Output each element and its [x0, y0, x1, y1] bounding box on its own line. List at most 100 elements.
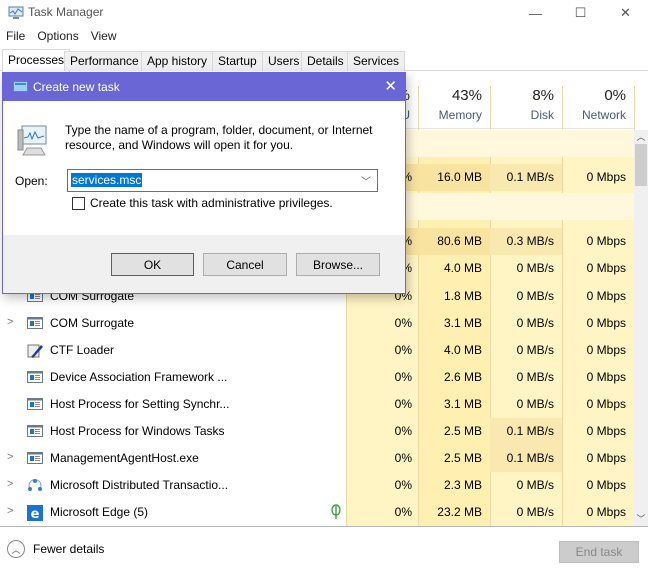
chevron-down-icon[interactable]: ﹀ [361, 173, 371, 188]
vertical-scrollbar[interactable]: ︿ ﹀ [634, 130, 648, 526]
process-name: COM Surrogate [50, 316, 135, 330]
tab-app-history[interactable]: App history [141, 51, 214, 71]
cpu-cell: 0% [394, 505, 412, 519]
tab-users[interactable]: Users [262, 51, 306, 71]
memory-cell: 2.6 MB [443, 370, 482, 384]
disk-label: Disk [530, 108, 554, 122]
browse-button[interactable]: Browse... [296, 253, 380, 276]
dialog-title-bar: Create new task ✕ [3, 73, 405, 101]
close-icon: ✕ [620, 5, 631, 20]
scroll-thumb[interactable] [635, 144, 647, 186]
memory-cell: 2.5 MB [443, 424, 482, 438]
app-window-icon [27, 370, 43, 384]
disk-cell: 0 MB/s [516, 261, 554, 275]
window-title: Task Manager [28, 5, 104, 19]
cpu-cell: 0% [394, 478, 412, 492]
table-row[interactable]: > ManagementAgentHost.exe 0% 2.5 MB 0.1 MB/s… [0, 445, 634, 472]
cpu-cell: 0% [394, 397, 412, 411]
table-row[interactable]: > Microsoft Distributed Transactio... 0% 2.… [0, 472, 634, 499]
table-row[interactable]: > e Microsoft Edge (5) 0% 23.2 MB 0 MB/s 0 Mbp… [0, 499, 634, 526]
disk-cell: 0 MB/s [516, 478, 554, 492]
maximize-icon: ☐ [574, 5, 587, 20]
network-cell: 0 Mbps [586, 261, 626, 275]
leaf-icon [330, 504, 342, 520]
memory-percent: 43% [451, 87, 482, 104]
dialog-message: Type the name of a program, folder, docu… [65, 123, 373, 152]
checkbox-box[interactable] [72, 196, 85, 210]
tab-processes[interactable]: Processes [2, 49, 71, 72]
expand-chevron-icon[interactable]: > [7, 316, 13, 328]
column-header-network[interactable]: 0% Network [562, 86, 634, 129]
tab-services[interactable]: Services [347, 51, 406, 71]
network-cell: 0 Mbps [586, 370, 626, 384]
task-manager-window: Task Manager — ☐ ✕ File Options View Pro… [0, 0, 648, 574]
open-label: Open: [15, 174, 48, 188]
disk-cell: 0.1 MB/s [506, 170, 554, 184]
process-name: Device Association Framework ... [50, 370, 228, 384]
process-name: ManagementAgentHost.exe [50, 451, 199, 465]
app-window-icon [27, 424, 43, 438]
network-cell: 0 Mbps [586, 170, 626, 184]
admin-privileges-checkbox[interactable]: Create this task with administrative pri… [72, 196, 333, 210]
column-header-disk[interactable]: 8% Disk [490, 86, 562, 129]
menu-options[interactable]: Options [31, 27, 84, 47]
table-row[interactable]: > COM Surrogate 0% 3.1 MB 0 MB/s 0 Mbps [0, 310, 634, 337]
tab-performance[interactable]: Performance [64, 51, 145, 71]
memory-cell: 23.2 MB [437, 505, 482, 519]
computer-monitor-icon [17, 125, 47, 156]
scroll-up-icon[interactable]: ︿ [634, 130, 648, 144]
network-cell: 0 Mbps [586, 289, 626, 303]
cancel-button[interactable]: Cancel [203, 253, 287, 276]
disk-cell: 0 MB/s [516, 397, 554, 411]
fewer-details-button[interactable]: ︿ Fewer details [7, 540, 104, 558]
table-row[interactable]: CTF Loader 0% 4.0 MB 0 MB/s 0 Mbps [0, 337, 634, 364]
dialog-close-icon[interactable]: ✕ [384, 77, 397, 95]
tab-startup[interactable]: Startup [212, 51, 263, 71]
ok-button[interactable]: OK [111, 253, 194, 276]
expand-chevron-icon[interactable]: > [7, 505, 13, 517]
open-combobox[interactable]: services.msc ﹀ [67, 169, 378, 192]
expand-chevron-icon[interactable]: > [7, 478, 13, 490]
network-cell: 0 Mbps [586, 478, 626, 492]
title-bar: Task Manager — ☐ ✕ [0, 0, 648, 26]
network-nodes-icon [27, 478, 43, 492]
app-window-icon [27, 397, 43, 411]
memory-cell: 16.0 MB [437, 170, 482, 184]
menu-bar: File Options View [0, 27, 123, 47]
app-window-icon [27, 316, 43, 330]
admin-privileges-label: Create this task with administrative pri… [90, 196, 333, 210]
table-row[interactable]: Device Association Framework ... 0% 2.6 MB… [0, 364, 634, 391]
network-cell: 0 Mbps [586, 234, 626, 248]
network-cell: 0 Mbps [586, 316, 626, 330]
disk-cell: 0 MB/s [516, 316, 554, 330]
column-header-memory[interactable]: 43% Memory [418, 86, 490, 129]
disk-cell: 0.3 MB/s [506, 234, 554, 248]
maximize-button[interactable]: ☐ [558, 0, 603, 26]
disk-cell: 0 MB/s [516, 370, 554, 384]
expand-chevron-icon[interactable]: > [7, 451, 13, 463]
network-percent: 0% [604, 87, 626, 104]
memory-cell: 2.3 MB [443, 478, 482, 492]
network-cell: 0 Mbps [586, 451, 626, 465]
memory-cell: 1.8 MB [443, 289, 482, 303]
minimize-button[interactable]: — [513, 0, 558, 26]
fewer-details-label: Fewer details [33, 542, 105, 556]
disk-percent: 8% [532, 87, 554, 104]
disk-cell: 0 MB/s [516, 505, 554, 519]
scroll-down-icon[interactable]: ﹀ [634, 512, 648, 526]
tab-details[interactable]: Details [301, 51, 350, 71]
menu-file[interactable]: File [0, 27, 31, 47]
process-name: Microsoft Edge (5) [50, 505, 149, 519]
cpu-cell: 0% [394, 316, 412, 330]
cpu-cell: 0% [394, 343, 412, 357]
close-button[interactable]: ✕ [603, 0, 648, 26]
network-label: Network [581, 108, 626, 122]
table-row[interactable]: Host Process for Setting Synchr... 0% 3.1 … [0, 391, 634, 418]
network-cell: 0 Mbps [586, 505, 626, 519]
network-cell: 0 Mbps [586, 424, 626, 438]
table-row[interactable]: Host Process for Windows Tasks 0% 2.5 MB 0.… [0, 418, 634, 445]
end-task-button[interactable]: End task [559, 541, 639, 563]
open-input[interactable]: services.msc [71, 173, 143, 187]
cpu-cell: 0% [394, 451, 412, 465]
menu-view[interactable]: View [85, 27, 123, 47]
